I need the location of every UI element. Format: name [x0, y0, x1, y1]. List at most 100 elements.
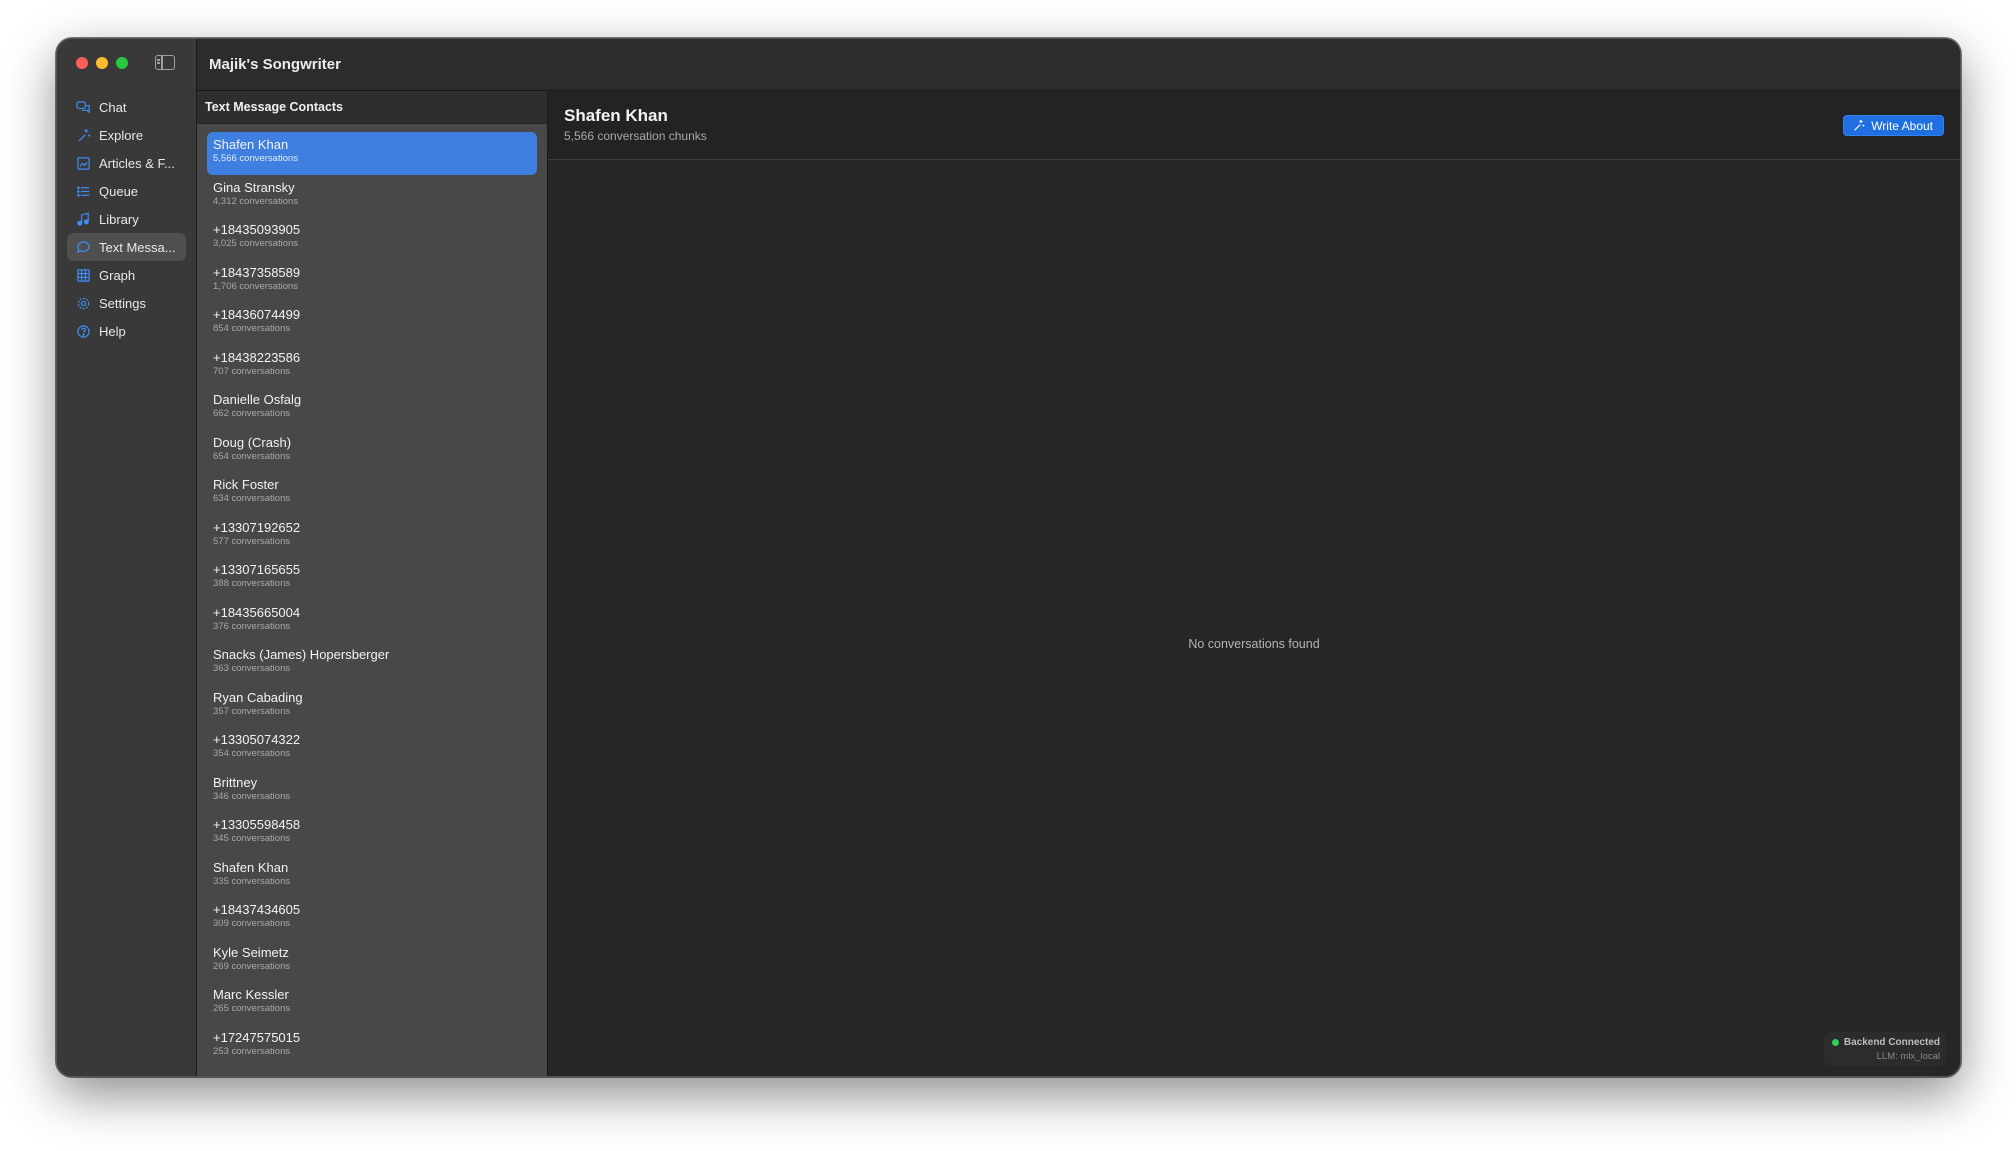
- contact-conversation-count: 376 conversations: [213, 620, 291, 632]
- sidebar-item-library[interactable]: Library: [67, 205, 186, 233]
- contact-conversation-count: 269 conversations: [213, 960, 291, 972]
- sidebar-item-label: Queue: [99, 183, 139, 199]
- sidebar-item-label: Explore: [99, 127, 144, 143]
- contact-conversation-count: 854 conversations: [213, 323, 291, 334]
- contact-conversation-count: 357 conversations: [213, 705, 291, 717]
- contact-row[interactable]: +17247575015 253 conversations: [207, 1025, 537, 1068]
- contact-conversation-count: 335 conversations: [213, 875, 291, 887]
- contact-conversation-count: 707 conversations: [213, 365, 291, 377]
- sidebar-item-label: Articles & F...: [99, 155, 175, 171]
- sidebar-item-articles[interactable]: Articles & F...: [67, 149, 186, 177]
- sidebar-item-label: Help: [99, 323, 126, 339]
- sidebar-item-settings[interactable]: Settings: [67, 289, 186, 317]
- sidebar-toggle-icon[interactable]: [155, 55, 175, 70]
- contact-name: +13305598458: [213, 817, 301, 832]
- app-title: Majik's Songwriter: [209, 56, 341, 73]
- contacts-header: Text Message Contacts: [197, 91, 547, 124]
- write-about-button[interactable]: Write About: [1843, 115, 1944, 136]
- llm-status: LLM: mlx_local: [1876, 1051, 1940, 1062]
- contact-list[interactable]: Shafen Khan 5,566 conversations Gina Stran…: [197, 124, 547, 1067]
- magic-wand-icon: [1854, 119, 1865, 131]
- write-about-label: Write About: [1871, 118, 1933, 133]
- zoom-window-button[interactable]: [116, 57, 128, 69]
- sidebar-item-chat[interactable]: Chat: [67, 93, 186, 121]
- detail-header: Shafen Khan 5,566 conversation chunks Wr…: [548, 91, 1960, 160]
- contact-conversation-count: 363 conversations: [213, 663, 291, 674]
- music-note-icon: [75, 211, 91, 227]
- contact-name: +18435093905: [213, 222, 301, 237]
- contact-name: Danielle Osfalg: [213, 392, 302, 407]
- connection-status: Backend Connected: [1843, 1037, 1940, 1048]
- contact-name: +18437358589: [213, 264, 301, 280]
- minimize-window-button[interactable]: [96, 57, 108, 69]
- contact-row[interactable]: Marc Kessler 265 conversations: [207, 982, 537, 1025]
- contact-name: Rick Foster: [213, 477, 279, 492]
- contact-name: +18435665004: [213, 604, 301, 620]
- message-icon: [75, 239, 91, 255]
- contact-conversation-count: 5,566 conversations: [213, 153, 299, 164]
- contact-row[interactable]: +18435093905 3,025 conversations: [207, 217, 537, 260]
- title-bar: Majik's Songwriter: [197, 39, 1960, 91]
- sidebar-item-label: Graph: [99, 267, 136, 283]
- sidebar-nav: Chat Explore Articles & F... Queue Libra…: [67, 93, 186, 345]
- grid-icon: [75, 267, 91, 283]
- contact-conversation-count: 662 conversations: [213, 408, 291, 419]
- contact-name: +13307165655: [213, 562, 301, 577]
- contact-name: +13307192652: [213, 519, 301, 535]
- app-window: Chat Explore Articles & F... Queue Libra…: [56, 38, 1961, 1077]
- contact-conversation-count: 309 conversations: [213, 918, 291, 929]
- sidebar-item-queue[interactable]: Queue: [67, 177, 186, 205]
- contact-conversation-count: 3,025 conversations: [213, 238, 299, 249]
- sidebar: Chat Explore Articles & F... Queue Libra…: [57, 39, 197, 1076]
- contact-name: Gina Stransky: [213, 179, 295, 195]
- contact-row[interactable]: Shafen Khan 5,566 conversations: [207, 132, 537, 175]
- status-indicator-icon: [1831, 1039, 1839, 1046]
- contact-row[interactable]: +13307165655 388 conversations: [207, 557, 537, 600]
- contact-row[interactable]: +18438223586 707 conversations: [207, 345, 537, 388]
- contact-row[interactable]: Brittney 346 conversations: [207, 770, 537, 813]
- contact-name: Kyle Seimetz: [213, 944, 289, 960]
- contact-row[interactable]: Rick Foster 634 conversations: [207, 472, 537, 515]
- newspaper-icon: [75, 155, 91, 171]
- contact-row[interactable]: Danielle Osfalg 662 conversations: [207, 387, 537, 430]
- contact-row[interactable]: Ryan Cabading 357 conversations: [207, 685, 537, 728]
- contact-name: Brittney: [213, 774, 258, 790]
- backend-status: Backend Connected LLM: mlx_local: [1823, 1032, 1946, 1066]
- contact-title: Shafen Khan: [564, 106, 668, 125]
- contact-row[interactable]: Doug (Crash) 654 conversations: [207, 430, 537, 473]
- sidebar-item-explore[interactable]: Explore: [67, 121, 186, 149]
- contact-name: +18438223586: [213, 349, 301, 365]
- close-window-button[interactable]: [76, 57, 88, 69]
- contacts-panel: Text Message Contacts Shafen Khan 5,566 c…: [197, 91, 548, 1076]
- contact-row[interactable]: +13305598458 345 conversations: [207, 812, 537, 855]
- sidebar-item-help[interactable]: Help: [67, 317, 186, 345]
- contact-row[interactable]: +18436074499 854 conversations: [207, 302, 537, 345]
- question-icon: [75, 323, 91, 339]
- contact-row[interactable]: +13307192652 577 conversations: [207, 515, 537, 558]
- sidebar-item-label: Chat: [99, 99, 127, 115]
- contact-conversation-count: 345 conversations: [213, 833, 291, 844]
- contact-name: Marc Kessler: [213, 987, 289, 1002]
- contact-row[interactable]: Kyle Seimetz 269 conversations: [207, 940, 537, 983]
- contact-name: +18436074499: [213, 307, 301, 322]
- sidebar-item-label: Settings: [99, 295, 146, 311]
- chat-bubbles-icon: [75, 99, 91, 115]
- sidebar-item-graph[interactable]: Graph: [67, 261, 186, 289]
- contact-row[interactable]: Shafen Khan 335 conversations: [207, 855, 537, 898]
- contact-conversation-count: 634 conversations: [213, 493, 291, 504]
- contact-name: +17247575015: [213, 1029, 301, 1045]
- sidebar-item-text-messages[interactable]: Text Messa...: [67, 233, 186, 261]
- contact-name: Shafen Khan: [213, 137, 289, 152]
- contact-row[interactable]: +18437358589 1,706 conversations: [207, 260, 537, 303]
- list-icon: [75, 183, 91, 199]
- contact-row[interactable]: +18437434605 309 conversations: [207, 897, 537, 940]
- contact-row[interactable]: Snacks (James) Hopersberger 363 conversat…: [207, 642, 537, 685]
- contact-row[interactable]: +13305074322 354 conversations: [207, 727, 537, 770]
- contact-row[interactable]: +18435665004 376 conversations: [207, 600, 537, 643]
- contact-conversation-count: 4,312 conversations: [213, 195, 299, 207]
- sidebar-item-label: Library: [99, 211, 139, 227]
- conversation-chunk-count: 5,566 conversation chunks: [564, 129, 707, 143]
- contact-row[interactable]: Gina Stransky 4,312 conversations: [207, 175, 537, 218]
- sidebar-item-label: Text Messa...: [99, 239, 176, 255]
- contact-name: +18437434605: [213, 902, 301, 917]
